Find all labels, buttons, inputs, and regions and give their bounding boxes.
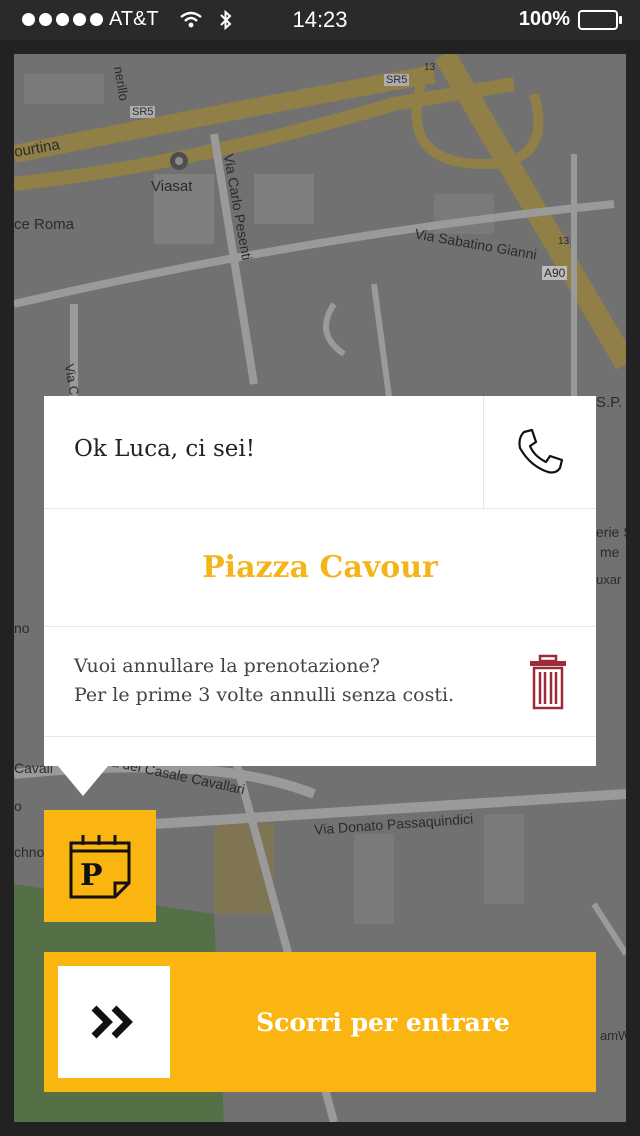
slider-label: Scorri per entrare <box>256 1007 510 1037</box>
battery-icon <box>578 9 622 30</box>
trash-icon <box>530 654 566 710</box>
place-name: Piazza Cavour <box>202 549 438 585</box>
double-chevron-right-icon <box>91 1005 133 1039</box>
cancel-text: Vuoi annullare la prenotazione? Per le p… <box>74 652 454 710</box>
greeting-row: Ok Luca, ci sei! <box>44 396 596 509</box>
place-row: Piazza Cavour <box>44 508 596 627</box>
battery-percent: 100% <box>518 8 570 30</box>
call-button[interactable] <box>483 396 596 508</box>
slide-to-enter-bar[interactable]: Scorri per entrare <box>44 952 596 1092</box>
card-pointer <box>58 766 108 796</box>
greeting-text: Ok Luca, ci sei! <box>74 436 255 462</box>
parking-calendar-icon: P <box>69 835 131 899</box>
cancel-line-2: Per le prime 3 volte annulli senza costi… <box>74 684 455 706</box>
status-bar: AT&T 14:23 100% <box>0 0 640 40</box>
booking-card: Ok Luca, ci sei! Piazza Cavour Vuoi annu… <box>44 396 596 766</box>
cancel-row: Vuoi annullare la prenotazione? Per le p… <box>44 626 596 737</box>
phone-icon <box>518 428 564 474</box>
parking-letter: P <box>80 858 103 893</box>
cancel-line-1: Vuoi annullare la prenotazione? <box>74 655 380 677</box>
cancel-booking-button[interactable] <box>528 654 568 710</box>
slider-handle[interactable] <box>58 966 170 1078</box>
status-right: 100% <box>518 8 622 31</box>
parking-calendar-button[interactable]: P <box>44 810 156 922</box>
